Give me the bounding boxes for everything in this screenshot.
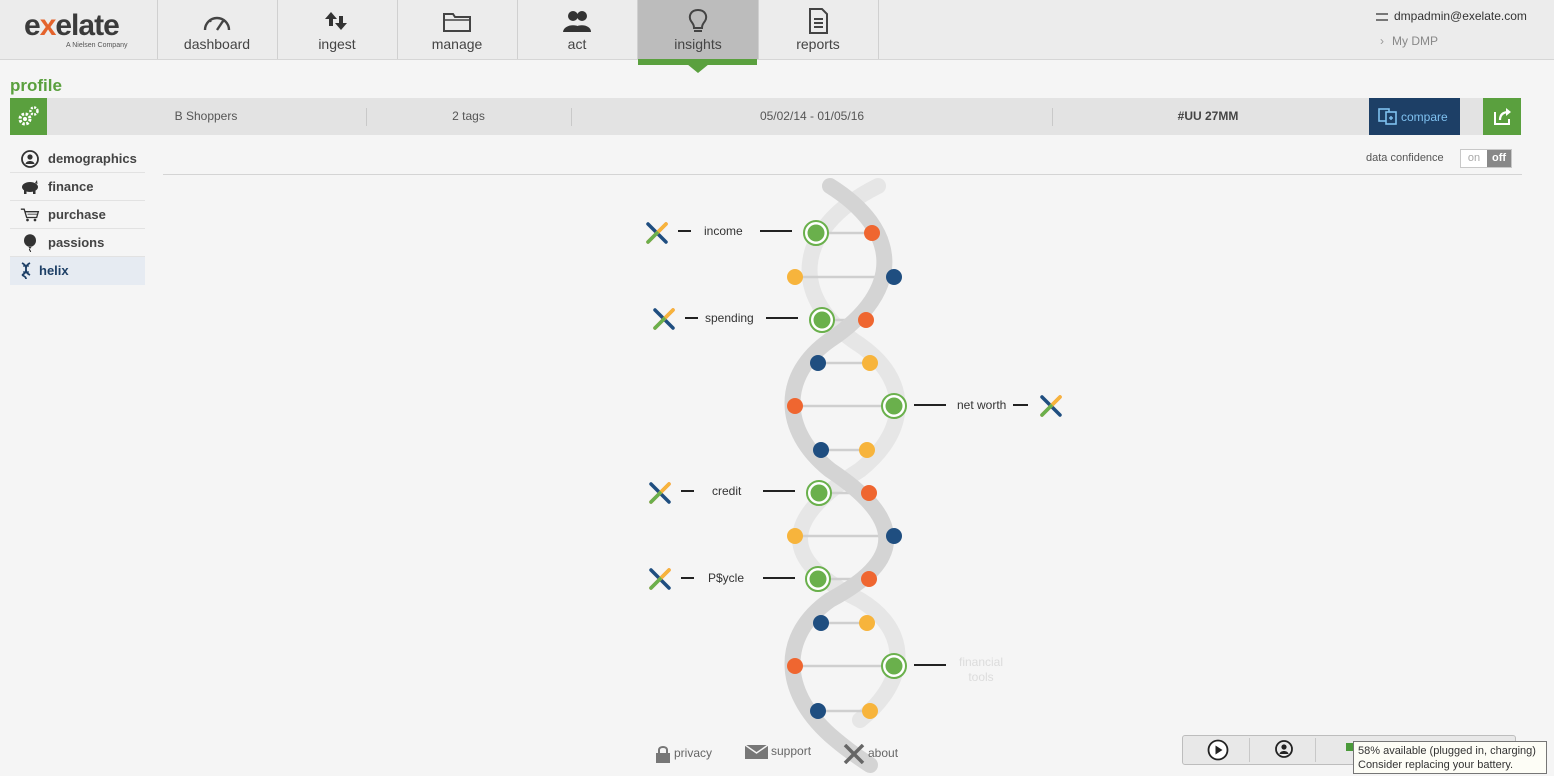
node-navy: [886, 528, 902, 544]
node-spending[interactable]: [809, 307, 835, 333]
node-navy: [813, 615, 829, 631]
exelate-x-icon[interactable]: [1040, 395, 1062, 417]
node-navy: [810, 355, 826, 371]
support-label: support: [771, 744, 812, 759]
node-orange: [864, 225, 880, 241]
node-yellow: [862, 355, 878, 371]
node-net-worth[interactable]: [881, 393, 907, 419]
node-yellow: [787, 269, 803, 285]
helix-label-credit[interactable]: credit: [712, 484, 741, 498]
exelate-x-icon[interactable]: [646, 222, 668, 244]
node-yellow: [787, 528, 803, 544]
node-orange: [787, 398, 803, 414]
helix-label-financial: financial: [958, 655, 1004, 669]
privacy-link[interactable]: privacy: [655, 744, 712, 764]
support-link[interactable]: support: [744, 744, 812, 760]
exelate-x-icon[interactable]: [649, 568, 671, 590]
node-financial-tools[interactable]: [881, 653, 907, 679]
node-navy: [813, 442, 829, 458]
node-orange: [787, 658, 803, 674]
battery-warning-text: Consider replacing your battery.: [1358, 759, 1514, 771]
node-credit[interactable]: [806, 480, 832, 506]
play-icon: [1207, 739, 1229, 761]
envelope-icon: [744, 744, 769, 759]
helix-label-spending[interactable]: spending: [705, 311, 754, 325]
battery-tooltip: 58% available (plugged in, charging) Con…: [1353, 741, 1547, 774]
user-button[interactable]: [1251, 738, 1316, 762]
node-yellow: [862, 703, 878, 719]
node-yellow: [859, 442, 875, 458]
lock-icon: [656, 746, 670, 763]
play-button[interactable]: [1185, 738, 1250, 762]
node-navy: [810, 703, 826, 719]
node-yellow: [859, 615, 875, 631]
helix-label-net-worth[interactable]: net worth: [957, 398, 1006, 412]
about-label: about: [868, 746, 899, 761]
node-orange: [858, 312, 874, 328]
about-link[interactable]: about: [843, 743, 899, 765]
helix-label-tools: tools: [968, 670, 994, 684]
node-orange: [861, 485, 877, 501]
helix-label-financial-tools[interactable]: financial tools: [950, 655, 1012, 685]
dna-helix-visual: [646, 178, 1062, 773]
node-orange: [861, 571, 877, 587]
node-psycle[interactable]: [805, 566, 831, 592]
helix-label-income[interactable]: income: [704, 224, 743, 238]
exelate-x-icon[interactable]: [649, 482, 671, 504]
battery-status-text: 58% available (plugged in, charging): [1358, 745, 1536, 757]
exelate-x-icon: [843, 743, 865, 765]
node-navy: [886, 269, 902, 285]
exelate-x-icon[interactable]: [653, 308, 675, 330]
person-circle-icon: [1275, 740, 1293, 758]
helix-label-psycle[interactable]: P$ycle: [708, 571, 744, 585]
node-income[interactable]: [803, 220, 829, 246]
privacy-label: privacy: [674, 746, 713, 761]
